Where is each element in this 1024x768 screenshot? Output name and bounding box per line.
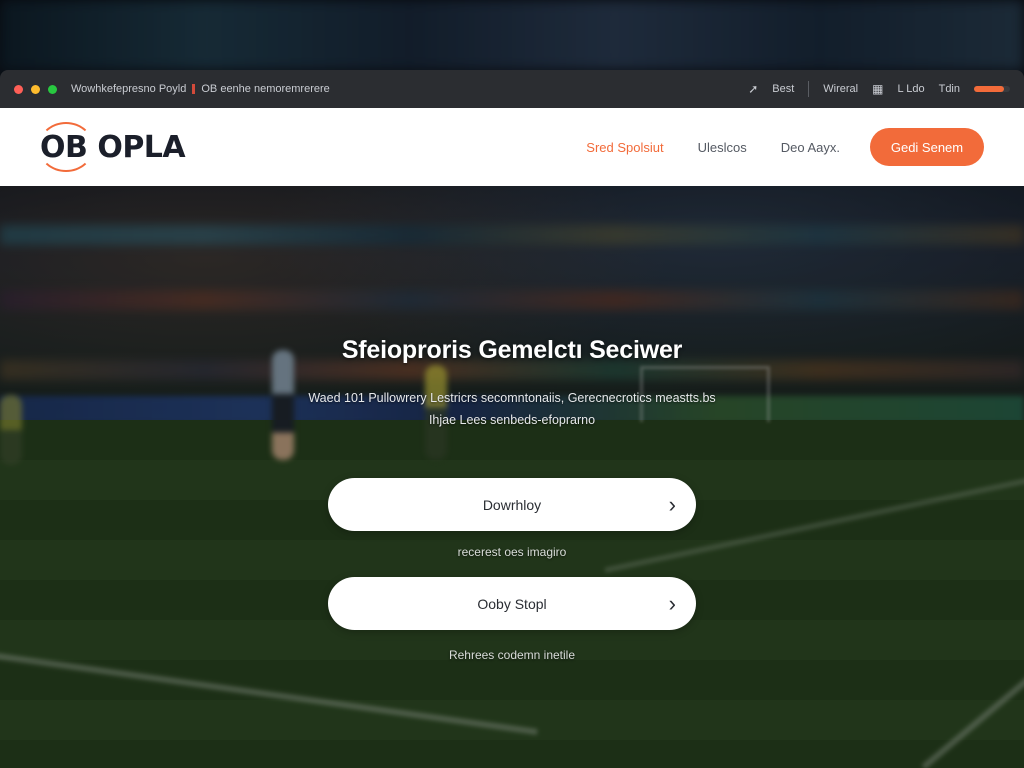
secondary-action-button[interactable]: Ooby Stopl › xyxy=(328,577,696,630)
nav-item-deo-aayx[interactable]: Deo Aayx. xyxy=(781,140,840,155)
tab-title-secondary[interactable]: OB eenhe nemoremrerere xyxy=(201,83,329,95)
hero: Sfeioproris Gemelctı Seciwer Waed 101 Pu… xyxy=(0,336,1024,431)
cta-button[interactable]: Gedi Senem xyxy=(870,128,984,166)
close-window-button[interactable] xyxy=(14,84,23,94)
arrow-icon[interactable]: ➚ xyxy=(748,82,758,96)
tab-title[interactable]: Wowhkefepresno Poyld xyxy=(71,83,186,95)
maximize-window-button[interactable] xyxy=(48,84,57,94)
toolbar-divider xyxy=(808,81,810,97)
toolbar-item-best[interactable]: Best xyxy=(772,83,794,95)
logo-text: OB OPLA xyxy=(40,129,186,165)
secondary-caption: Rehrees codemn inetile xyxy=(448,648,576,662)
window-controls xyxy=(14,84,57,94)
toolbar-item-ldo[interactable]: L Ldo xyxy=(897,83,924,95)
logo[interactable]: OB OPLA xyxy=(38,121,186,172)
nav-item-sred-spolsiut[interactable]: Sred Spolsiut xyxy=(586,140,663,155)
browser-toolbar-right: ➚ Best Wireral ▦ L Ldo Tdin xyxy=(748,81,1010,97)
nav-item-uleslcos[interactable]: Uleslcos xyxy=(698,140,747,155)
toolbar-item-tdin[interactable]: Tdin xyxy=(939,83,960,95)
browser-titlebar: Wowhkefepresno Poyld OB eenhe nemoremrer… xyxy=(0,70,1024,108)
minimize-window-button[interactable] xyxy=(31,84,40,94)
secondary-action-label: Ooby Stopl xyxy=(477,595,547,612)
main-nav: Sred Spolsiut Uleslcos Deo Aayx. xyxy=(586,140,840,155)
chevron-right-icon: › xyxy=(668,590,676,616)
hero-title: Sfeioproris Gemelctı Seciwer xyxy=(341,336,683,364)
site-header: OB OPLA Sred Spolsiut Uleslcos Deo Aayx.… xyxy=(0,108,1024,186)
hero-subtitle-line-2: Ihjae Lees senbeds-efoprarno xyxy=(428,413,596,427)
toolbar-item-wireral[interactable]: Wireral xyxy=(823,83,858,95)
tab-separator xyxy=(192,84,196,94)
hero-subtitle: Waed 101 Pullowrery Lestricrs secomntona… xyxy=(0,387,1024,431)
chevron-right-icon: › xyxy=(668,491,676,517)
grid-icon[interactable]: ▦ xyxy=(872,82,883,96)
hero-subtitle-line-1: Waed 101 Pullowrery Lestricrs secomntona… xyxy=(308,391,716,405)
toolbar-toggle[interactable] xyxy=(974,86,1010,92)
download-button[interactable]: Dowrhloy › xyxy=(328,478,696,531)
download-button-label: Dowrhloy xyxy=(482,496,542,513)
download-caption: recerest oes imagiro xyxy=(457,545,567,559)
